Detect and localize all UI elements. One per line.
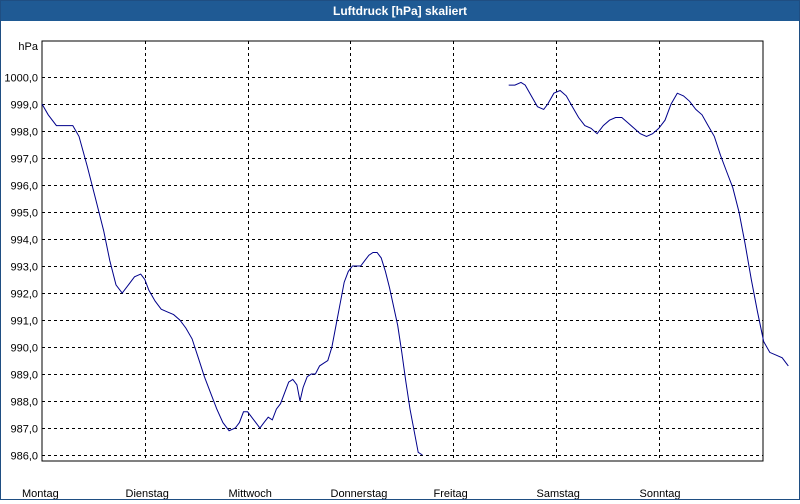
y-tick-label: 999,0 xyxy=(10,100,38,112)
x-tick-weekday: Sonntag xyxy=(640,488,681,499)
y-axis-label: hPa xyxy=(18,41,38,53)
y-tick-label: 986,0 xyxy=(10,451,38,463)
y-tick-label: 993,0 xyxy=(10,262,38,274)
y-tick-label: 989,0 xyxy=(10,370,38,382)
x-tick-weekday: Mittwoch xyxy=(229,488,272,499)
y-tick-label: 987,0 xyxy=(10,424,38,436)
y-tick-label: 996,0 xyxy=(10,181,38,193)
chart-window: Luftdruck [hPa] skaliert 1000,0 999,0 998,… xyxy=(0,0,800,504)
chart-title: Luftdruck [hPa] skaliert xyxy=(1,1,799,21)
y-tick-label: 1000,0 xyxy=(4,73,38,85)
y-tick-label: 990,0 xyxy=(10,343,38,355)
y-tick-label: 998,0 xyxy=(10,127,38,139)
y-tick-label: 995,0 xyxy=(10,208,38,220)
y-tick-label: 991,0 xyxy=(10,316,38,328)
x-tick-weekday: Donnerstag xyxy=(331,488,388,499)
y-tick-label: 994,0 xyxy=(10,235,38,247)
x-tick-weekday: Dienstag xyxy=(126,488,169,499)
y-tick-label: 997,0 xyxy=(10,154,38,166)
y-tick-label: 988,0 xyxy=(10,397,38,409)
y-tick-label: 992,0 xyxy=(10,289,38,301)
chart-area: 1000,0 999,0 998,0 997,0 996,0 995,0 994,0 993,… xyxy=(1,21,799,504)
x-tick-weekday: Samstag xyxy=(537,488,580,499)
pressure-chart-svg: 1000,0 999,0 998,0 997,0 996,0 995,0 994,0 993,… xyxy=(4,40,789,504)
x-tick-weekday: Freitag xyxy=(434,488,468,499)
x-tick-weekday: Montag xyxy=(22,488,59,499)
